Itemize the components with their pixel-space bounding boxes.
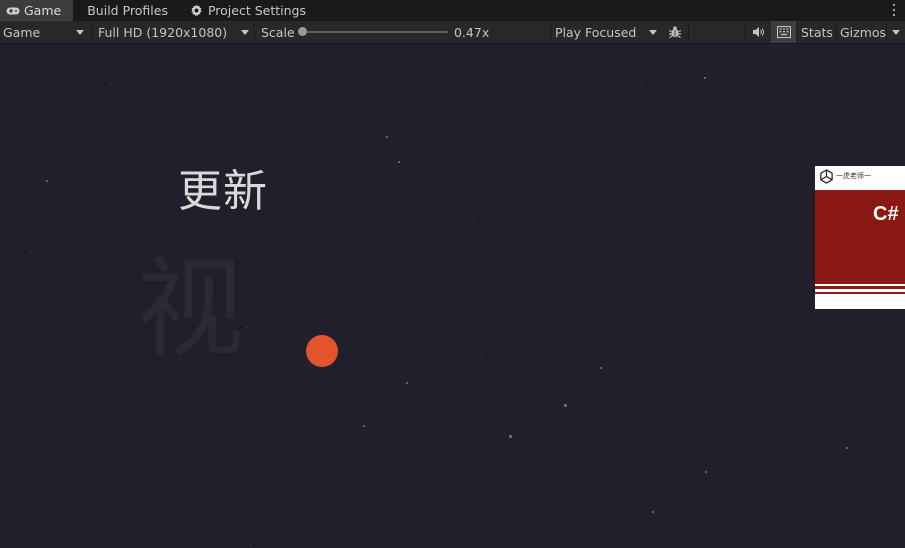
- star-dot: [386, 136, 388, 138]
- star-dot: [610, 538, 611, 539]
- tab-project-settings-label: Project Settings: [207, 3, 306, 18]
- star-dot: [342, 424, 343, 425]
- star-dot: [198, 465, 199, 466]
- star-dot: [247, 327, 248, 328]
- star-dot: [586, 255, 587, 256]
- scale-value-text: 0.47x: [454, 24, 490, 40]
- tab-game-label: Game: [24, 3, 62, 18]
- scale-slider-handle[interactable]: [298, 27, 307, 36]
- gizmos-dropdown[interactable]: [887, 21, 905, 43]
- tab-build-profiles[interactable]: Build Profiles: [73, 0, 180, 21]
- star-dot: [640, 82, 641, 83]
- star-dot: [652, 511, 654, 513]
- chevron-down-icon: [241, 30, 249, 35]
- gizmos-label: Gizmos: [840, 24, 887, 40]
- star-dot: [549, 346, 550, 347]
- star-dot: [878, 70, 879, 71]
- display-dropdown[interactable]: Game: [3, 21, 88, 43]
- scale-slider[interactable]: [302, 31, 448, 33]
- star-dot: [406, 382, 408, 384]
- more-options-icon[interactable]: [891, 2, 897, 18]
- thumbnail-title: C#: [873, 203, 899, 225]
- stats-button[interactable]: Stats: [801, 21, 833, 43]
- star-dot: [564, 404, 567, 407]
- resolution-dropdown[interactable]: Full HD (1920x1080): [98, 21, 253, 43]
- thumbnail-divider: [815, 292, 905, 294]
- chevron-down-icon: [892, 30, 900, 35]
- bug-icon: [668, 26, 682, 39]
- thumbnail-divider: [815, 286, 905, 289]
- unity-logo-icon: [820, 169, 833, 184]
- game-toolbar: Game Full HD (1920x1080) Scale 0.47x Pla…: [0, 21, 905, 44]
- scale-value: 0.47x: [454, 21, 489, 43]
- star-dot: [660, 221, 661, 222]
- star-dot: [20, 514, 21, 515]
- star-dot: [111, 84, 112, 85]
- display-value: Game: [3, 24, 41, 40]
- star-dot: [67, 445, 68, 446]
- star-dot: [31, 251, 32, 252]
- keyboard-icon: [776, 26, 791, 38]
- star-dot: [122, 354, 123, 355]
- star-dot: [250, 544, 251, 545]
- video-thumbnail: 一虎老师一 C#: [815, 166, 905, 309]
- chevron-down-icon: [76, 30, 84, 35]
- star-dot: [472, 222, 473, 223]
- star-dot: [46, 180, 48, 182]
- star-dot: [705, 471, 707, 473]
- play-mode-dropdown[interactable]: Play Focused: [555, 21, 661, 43]
- star-dot: [765, 274, 766, 275]
- ghost-character: 视: [136, 247, 245, 372]
- tab-bar: Game Build Profiles Project Settings: [0, 0, 905, 21]
- gamepad-icon: [6, 4, 20, 18]
- speaker-icon: [752, 27, 764, 37]
- star-dot: [716, 395, 717, 396]
- play-mode-value: Play Focused: [555, 24, 637, 40]
- orange-ball: [306, 335, 338, 367]
- scale-label-text: Scale: [261, 24, 295, 40]
- game-view[interactable]: 视 更新 一虎老师一 C#: [0, 44, 905, 548]
- debug-button[interactable]: [664, 21, 686, 43]
- star-dot: [398, 161, 400, 163]
- scale-label: Scale: [261, 21, 295, 43]
- resolution-value: Full HD (1920x1080): [98, 24, 228, 40]
- game-title-text: 更新: [178, 166, 268, 217]
- star-dot: [480, 354, 481, 355]
- tab-build-profiles-label: Build Profiles: [87, 3, 168, 18]
- gear-icon: [190, 4, 204, 18]
- mute-audio-button[interactable]: [748, 21, 768, 43]
- star-dot: [704, 77, 706, 79]
- star-dot: [363, 425, 365, 427]
- star-dot: [509, 435, 512, 438]
- star-dot: [510, 171, 511, 172]
- tab-game[interactable]: Game: [0, 0, 74, 21]
- star-dot: [241, 389, 242, 390]
- thumbnail-header-text: 一虎老师一: [836, 172, 871, 180]
- tab-project-settings[interactable]: Project Settings: [180, 0, 318, 21]
- thumbnail-header: 一虎老师一: [815, 166, 905, 188]
- chevron-down-icon: [649, 30, 657, 35]
- stats-label: Stats: [801, 24, 833, 40]
- gizmos-button[interactable]: Gizmos: [840, 21, 886, 43]
- star-dot: [600, 367, 602, 369]
- star-dot: [846, 447, 848, 449]
- keyboard-shortcuts-toggle[interactable]: [771, 21, 796, 43]
